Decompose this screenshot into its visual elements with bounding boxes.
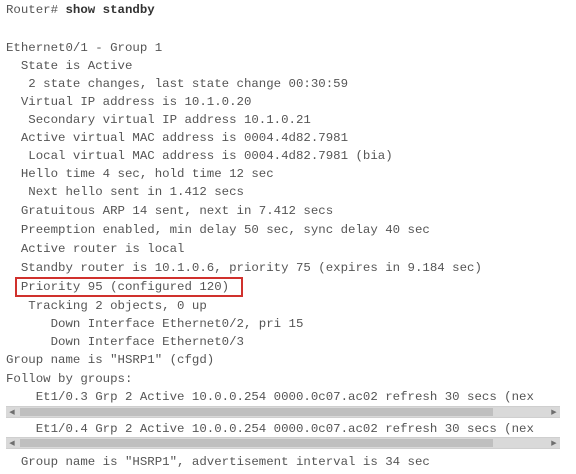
priority-line: Priority 95 (configured 120)	[6, 280, 230, 294]
output-line: Et1/0.3 Grp 2 Active 10.0.0.254 0000.0c0…	[6, 390, 534, 404]
output-line: Group name is "HSRP1", advertisement int…	[6, 455, 430, 469]
output-line: Standby router is 10.1.0.6, priority 75 …	[6, 261, 482, 275]
output-line: Local virtual MAC address is 0004.4d82.7…	[6, 149, 393, 163]
output-line: Follow by groups:	[6, 372, 133, 386]
output-line: Secondary virtual IP address 10.1.0.21	[6, 113, 311, 127]
scroll-thumb[interactable]	[20, 439, 493, 447]
output-line: Preemption enabled, min delay 50 sec, sy…	[6, 223, 430, 237]
output-line: Ethernet0/1 - Group 1	[6, 41, 163, 55]
output-line: Tracking 2 objects, 0 up	[6, 299, 207, 313]
scroll-thumb[interactable]	[20, 408, 493, 416]
scroll-right-arrow-icon[interactable]: ▶	[548, 407, 560, 417]
output-line: Group name is "HSRP1" (cfgd)	[6, 353, 215, 367]
scroll-left-arrow-icon[interactable]: ◀	[6, 407, 18, 417]
horizontal-scrollbar[interactable]: ◀ ▶	[6, 437, 560, 449]
output-line: Virtual IP address is 10.1.0.20	[6, 95, 252, 109]
output-line: Down Interface Ethernet0/3	[6, 335, 244, 349]
output-line: Down Interface Ethernet0/2, pri 15	[6, 317, 304, 331]
output-line: Active virtual MAC address is 0004.4d82.…	[6, 131, 349, 145]
output-line: Next hello sent in 1.412 secs	[6, 185, 244, 199]
output-line: State is Active	[6, 59, 133, 73]
scroll-right-arrow-icon[interactable]: ▶	[548, 438, 560, 448]
output-line: Et1/0.4 Grp 2 Active 10.0.0.254 0000.0c0…	[6, 422, 534, 436]
terminal-output: Router# show standby Ethernet0/1 - Group…	[0, 0, 576, 474]
prompt: Router#	[6, 3, 59, 17]
prompt-line: Router# show standby	[6, 2, 155, 18]
output-line: Active router is local	[6, 242, 185, 256]
scroll-left-arrow-icon[interactable]: ◀	[6, 438, 18, 448]
output-line: 2 state changes, last state change 00:30…	[6, 77, 349, 91]
output-line: Gratuitous ARP 14 sent, next in 7.412 se…	[6, 204, 334, 218]
output-line: Hello time 4 sec, hold time 12 sec	[6, 167, 274, 181]
horizontal-scrollbar[interactable]: ◀ ▶	[6, 406, 560, 418]
command: show standby	[65, 3, 155, 17]
